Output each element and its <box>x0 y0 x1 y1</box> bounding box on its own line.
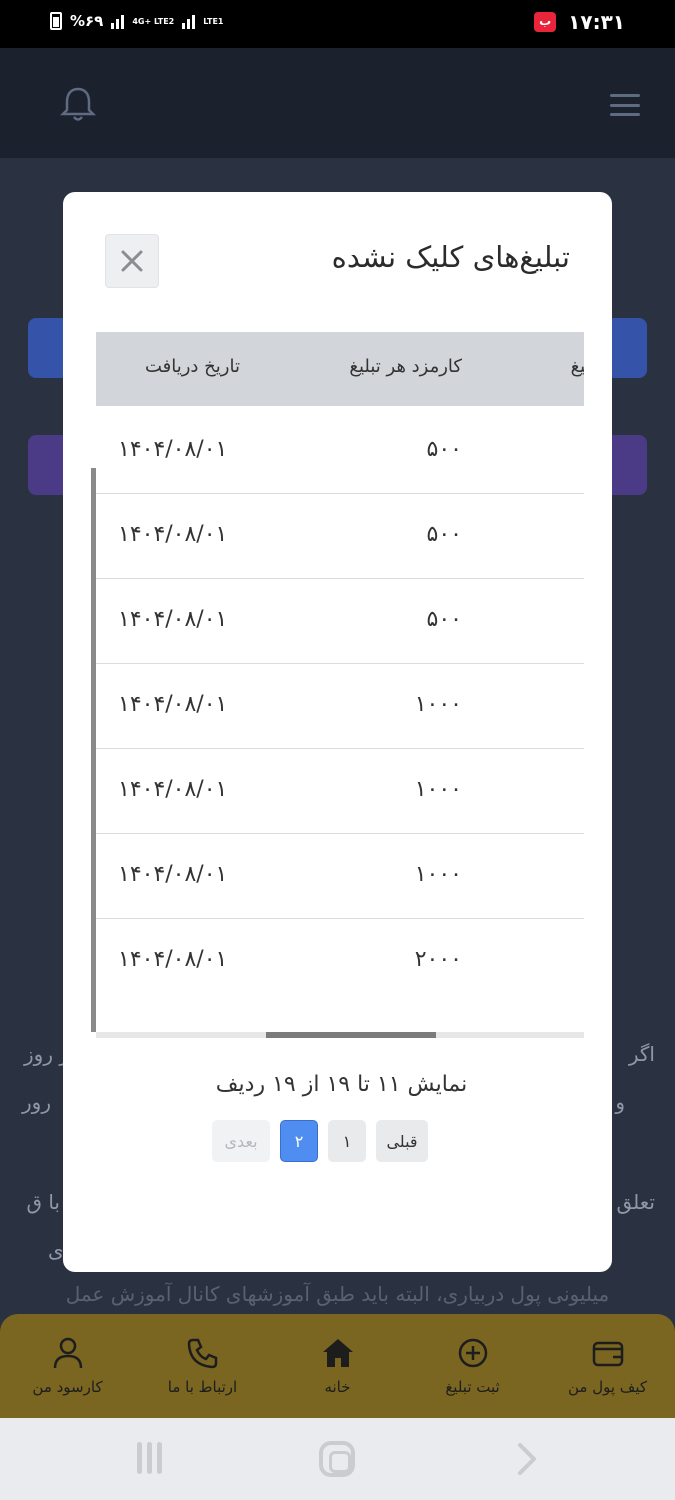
table-row: ۱۴۰۴/۰۸/۰۱ ۵۰۰ <box>96 579 584 664</box>
cell-date: ۱۴۰۴/۰۸/۰۱ <box>118 607 228 632</box>
cell-fee: ۲۰۰۰ <box>414 947 462 972</box>
bottom-nav: کیف پول من ثبت تبلیغ خانه ارتباط با ما ک… <box>0 1314 675 1418</box>
cell-fee: ۵۰۰ <box>426 522 462 547</box>
nav-contact[interactable]: ارتباط با ما <box>138 1336 268 1396</box>
page-1-button[interactable]: ۱ <box>328 1120 366 1162</box>
add-circle-icon <box>458 1338 487 1368</box>
table-header: تاریخ دریافت کارمزد هر تبلیغ تبلیغ <box>96 332 584 406</box>
status-right: ب ۱۷:۳۱ <box>534 10 625 34</box>
app-notification-icon: ب <box>534 12 557 32</box>
home-button-icon[interactable] <box>319 1441 355 1477</box>
signal-icon <box>111 13 125 29</box>
cell-date: ۱۴۰۴/۰۸/۰۱ <box>118 947 228 972</box>
network-label-1: LTE1 <box>203 16 224 26</box>
table-row: ۱۴۰۴/۰۸/۰۱ ۲۰۰۰ <box>96 919 584 1004</box>
nav-submit-ad-label: ثبت تبلیغ <box>445 1378 500 1396</box>
nav-profile-label: کارسود من <box>32 1378 103 1396</box>
background-text: میلیونی پول دربیاری، البته باید طبق آموز… <box>65 1282 610 1306</box>
battery-icon <box>50 12 62 30</box>
modal-title: تبلیغ‌های کلیک نشده <box>331 240 570 274</box>
cell-fee: ۵۰۰ <box>426 437 462 462</box>
cell-fee: ۵۰۰ <box>426 607 462 632</box>
cell-fee: ۱۰۰۰ <box>414 777 462 802</box>
home-icon <box>322 1339 353 1367</box>
signal-icon <box>182 13 196 29</box>
table-row: ۱۴۰۴/۰۸/۰۱ ۵۰۰ <box>96 409 584 494</box>
clock: ۱۷:۳۱ <box>568 10 625 34</box>
pagination: بعدی ۲ ۱ قبلی <box>212 1120 428 1162</box>
previous-page-button[interactable]: قبلی <box>376 1120 428 1162</box>
cell-fee: ۱۰۰۰ <box>414 862 462 887</box>
close-button[interactable] <box>105 234 159 288</box>
cell-fee: ۱۰۰۰ <box>414 692 462 717</box>
pagination-info: نمایش ۱۱ تا ۱۹ از ۱۹ ردیف <box>215 1072 468 1097</box>
nav-profile[interactable]: کارسود من <box>3 1336 133 1396</box>
status-left: %۶۹ 4G+ LTE2 LTE1 <box>50 12 224 30</box>
recent-apps-icon[interactable] <box>132 1442 166 1476</box>
app-header <box>0 48 675 158</box>
battery-level: %۶۹ <box>70 12 104 30</box>
column-header-fee: کارمزد هر تبلیغ <box>349 356 462 377</box>
column-header-ad: تبلیغ <box>570 356 584 377</box>
next-page-button[interactable]: بعدی <box>212 1120 270 1162</box>
bell-icon[interactable] <box>58 84 98 124</box>
cell-date: ۱۴۰۴/۰۸/۰۱ <box>118 862 228 887</box>
menu-icon[interactable] <box>610 94 640 116</box>
cell-date: ۱۴۰۴/۰۸/۰۱ <box>118 692 228 717</box>
status-bar: %۶۹ 4G+ LTE2 LTE1 ب ۱۷:۳۱ <box>0 0 675 48</box>
back-icon[interactable] <box>510 1442 544 1476</box>
network-label-2: 4G+ LTE2 <box>132 16 175 26</box>
close-icon <box>121 250 143 272</box>
nav-home-label: خانه <box>324 1378 351 1396</box>
table-horizontal-scrollbar[interactable] <box>96 1032 584 1038</box>
ads-table[interactable]: تاریخ دریافت کارمزد هر تبلیغ تبلیغ ۱۴۰۴/… <box>91 332 584 1038</box>
user-icon <box>53 1337 82 1369</box>
table-row: ۱۴۰۴/۰۸/۰۱ ۱۰۰۰ <box>96 834 584 919</box>
column-header-date: تاریخ دریافت <box>144 356 240 377</box>
table-row: ۱۴۰۴/۰۸/۰۱ ۵۰۰ <box>96 494 584 579</box>
cell-date: ۱۴۰۴/۰۸/۰۱ <box>118 522 228 547</box>
nav-submit-ad[interactable]: ثبت تبلیغ <box>408 1336 538 1396</box>
unclicked-ads-modal: تبلیغ‌های کلیک نشده تاریخ دریافت کارمزد … <box>63 192 612 1272</box>
cell-date: ۱۴۰۴/۰۸/۰۱ <box>118 437 228 462</box>
nav-contact-label: ارتباط با ما <box>167 1378 238 1396</box>
scrollbar-thumb[interactable] <box>266 1032 436 1038</box>
nav-wallet-label: کیف پول من <box>568 1378 648 1396</box>
table-row: ۱۴۰۴/۰۸/۰۱ ۱۰۰۰ <box>96 664 584 749</box>
page-2-button[interactable]: ۲ <box>280 1120 318 1162</box>
nav-home[interactable]: خانه <box>273 1336 403 1396</box>
cell-date: ۱۴۰۴/۰۸/۰۱ <box>118 777 228 802</box>
wallet-icon <box>592 1341 623 1367</box>
table-row: ۱۴۰۴/۰۸/۰۱ ۱۰۰۰ <box>96 749 584 834</box>
system-nav-bar <box>0 1418 675 1500</box>
phone-icon <box>187 1338 217 1369</box>
nav-wallet[interactable]: کیف پول من <box>543 1336 673 1396</box>
